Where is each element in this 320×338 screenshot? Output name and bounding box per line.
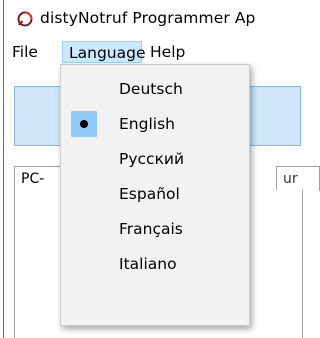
language-label: Español [119, 185, 180, 203]
menu-language[interactable]: Language [62, 41, 146, 63]
menu-help[interactable]: Help [146, 41, 189, 63]
menu-bar: File Language Help [4, 38, 303, 64]
language-item-francais[interactable]: Français [63, 213, 247, 245]
language-label: Deutsch [119, 80, 183, 98]
language-item-russian[interactable]: Русский [63, 143, 247, 175]
language-item-espanol[interactable]: Español [63, 178, 247, 210]
language-label: Français [119, 220, 183, 238]
language-item-deutsch[interactable]: Deutsch [63, 73, 247, 105]
language-label: Italiano [119, 255, 177, 273]
language-label: English [119, 115, 175, 133]
language-item-english[interactable]: English [63, 108, 247, 140]
radio-bullet-icon [80, 120, 88, 128]
language-dropdown-menu: Deutsch English Русский Español Français… [60, 64, 250, 326]
language-label: Русский [119, 150, 185, 168]
tab-other[interactable]: ur [276, 166, 320, 191]
selected-indicator [71, 111, 97, 137]
title-bar: distyNotruf Programmer Ap [4, 0, 303, 38]
app-logo-icon [17, 11, 33, 27]
menu-file[interactable]: File [8, 41, 42, 63]
language-item-italiano[interactable]: Italiano [63, 248, 247, 280]
window-title: distyNotruf Programmer Ap [40, 9, 256, 27]
